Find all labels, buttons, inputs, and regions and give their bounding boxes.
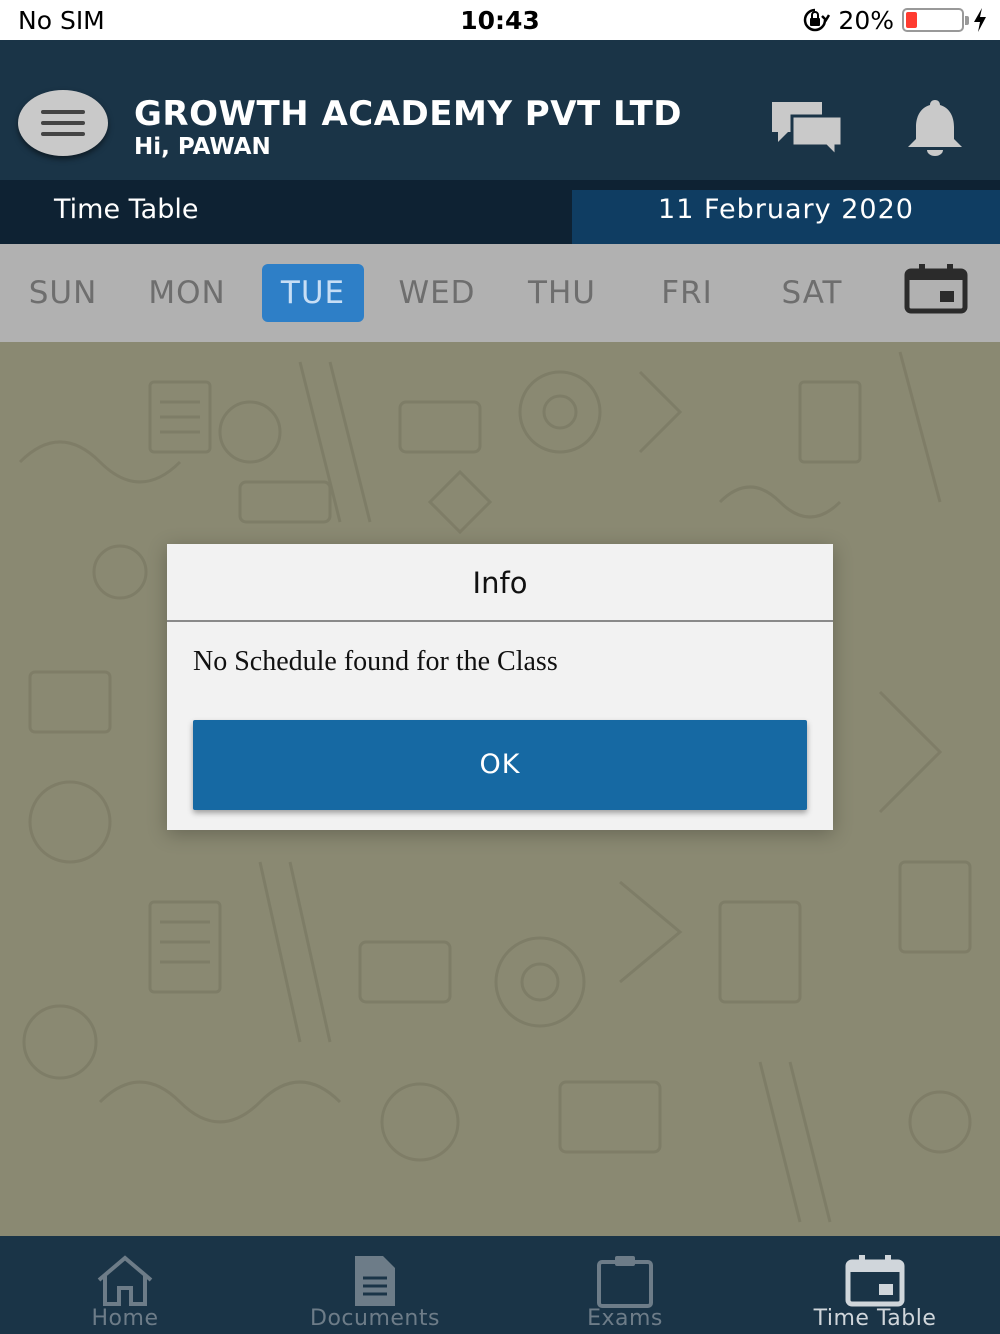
status-bar: No SIM 10:43 20% [0, 0, 1000, 40]
menu-button[interactable] [18, 90, 108, 156]
nav-home-label: Home [91, 1306, 159, 1331]
bell-icon[interactable] [902, 98, 968, 156]
day-tue[interactable]: TUE [262, 264, 364, 322]
chat-icon[interactable] [770, 100, 844, 156]
day-selector: SUN MON TUE WED THU FRI SAT [0, 244, 1000, 342]
home-icon [97, 1255, 153, 1306]
nav-exams[interactable]: Exams [500, 1236, 750, 1334]
page-title: Time Table [54, 194, 199, 225]
battery-percent: 20% [838, 5, 894, 35]
clipboard-icon [597, 1256, 653, 1308]
day-thu[interactable]: THU [511, 264, 613, 322]
sub-header: Time Table 11 February 2020 [0, 180, 1000, 244]
greeting: Hi, PAWAN [134, 134, 271, 160]
orientation-lock-icon [804, 8, 831, 32]
charging-bolt-icon [974, 8, 986, 32]
nav-home[interactable]: Home [0, 1236, 250, 1334]
selected-date[interactable]: 11 February 2020 [572, 190, 1000, 244]
ok-button[interactable]: OK [193, 720, 807, 810]
app-header: GROWTH ACADEMY PVT LTD Hi, PAWAN [0, 40, 1000, 180]
menu-icon-bar [41, 110, 85, 114]
day-sun[interactable]: SUN [12, 264, 114, 322]
day-sat[interactable]: SAT [761, 264, 863, 322]
day-fri[interactable]: FRI [636, 264, 738, 322]
document-icon [355, 1256, 395, 1306]
status-right: 20% [800, 4, 988, 36]
day-mon[interactable]: MON [136, 264, 238, 322]
nav-exams-label: Exams [587, 1306, 663, 1331]
bottom-nav: Home Documents Exams Time Table [0, 1236, 1000, 1334]
nav-time-table[interactable]: Time Table [750, 1236, 1000, 1334]
menu-icon-bar [41, 132, 85, 136]
battery-icon [902, 8, 969, 32]
dialog-title: Info [167, 544, 833, 622]
info-dialog: Info No Schedule found for the Class OK [167, 544, 833, 830]
calendar-picker-icon[interactable] [904, 264, 968, 314]
org-name: GROWTH ACADEMY PVT LTD [134, 94, 683, 134]
day-wed[interactable]: WED [386, 264, 488, 322]
dialog-message: No Schedule found for the Class [193, 646, 558, 677]
nav-time-table-label: Time Table [813, 1306, 937, 1331]
battery-level [906, 12, 917, 28]
calendar-icon [845, 1255, 905, 1307]
nav-documents[interactable]: Documents [250, 1236, 500, 1334]
nav-documents-label: Documents [310, 1306, 440, 1331]
menu-icon-bar [41, 121, 85, 125]
